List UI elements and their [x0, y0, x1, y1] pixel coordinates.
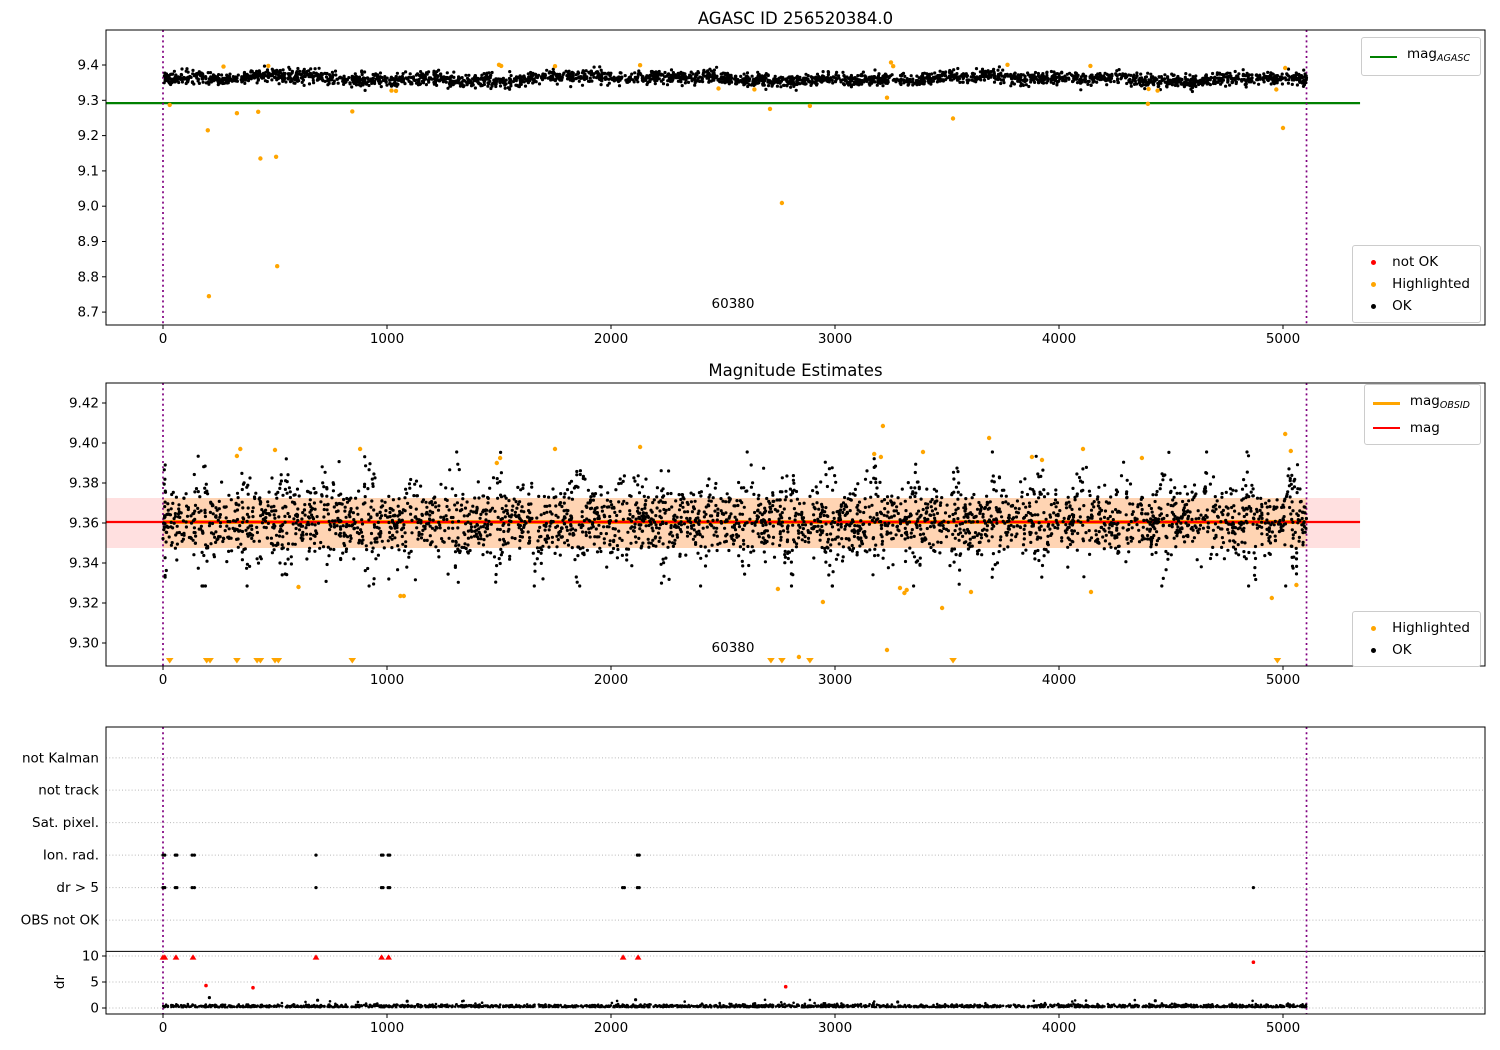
black-dot-swatch [1371, 647, 1377, 653]
plots-canvas: 0 1000 2000 3000 4000 5000 8.7 8.8 8.9 9.0 9.1 9.2 9… [21, 29, 1486, 1036]
ok-points [162, 64, 1309, 94]
dr-axis-label: dr [52, 974, 68, 989]
plot2-obsid-annotation: 60380 [711, 640, 755, 656]
legend-row-mag: mag [1372, 417, 1470, 439]
svg-text:9.2: 9.2 [78, 128, 99, 144]
ok-label: OK [1392, 298, 1412, 314]
orange-dot-swatch [1371, 625, 1377, 631]
plot1-obsid-annotation: 60380 [711, 296, 755, 312]
orange-dot-swatch [1371, 281, 1377, 287]
svg-text:4000: 4000 [1042, 331, 1076, 347]
svg-text:3000: 3000 [818, 331, 852, 347]
plot2-title: Magnitude Estimates [708, 361, 883, 380]
x-tick-labels: 0 1000 2000 3000 4000 5000 [159, 325, 1300, 347]
x-tick-labels: 0 1000 2000 3000 4000 5000 [159, 1014, 1300, 1036]
mag-obsid-label: magOBSID [1409, 393, 1470, 411]
legend-row-ok-2: OK [1361, 639, 1470, 661]
svg-text:5000: 5000 [1266, 331, 1300, 347]
y-tick-labels: 8.7 8.8 8.9 9.0 9.1 9.2 9.3 9.4 [78, 58, 106, 321]
plot1-title: AGASC ID 256520384.0 [697, 9, 894, 28]
flag-points [161, 853, 1255, 1004]
legend-mag-lines: magOBSID mag [1363, 384, 1481, 445]
y-tick-labels: 9.309.329.349.369.389.409.42 [69, 396, 106, 652]
legend-mag-agasc: magAGASC [1360, 37, 1481, 76]
svg-text:9.0: 9.0 [78, 199, 99, 215]
clipped-below-markers [165, 658, 1282, 664]
gridlines [106, 757, 1485, 1009]
svg-text:8.7: 8.7 [78, 305, 99, 321]
highlighted-points [167, 60, 1288, 299]
plot-flags-dr: 0 1000 2000 3000 4000 5000not Kalmannot track… [21, 726, 1486, 1036]
figure: 0 1000 2000 3000 4000 5000 8.7 8.8 8.9 9.0 9.1 9.2 9… [0, 0, 1500, 1050]
svg-text:1000: 1000 [370, 331, 404, 347]
green-line-swatch [1369, 55, 1397, 58]
legend-row-mag-agasc: magAGASC [1369, 43, 1470, 70]
legend-row-highlighted: Highlighted [1361, 273, 1470, 295]
legend-row-mag-obsid: magOBSID [1372, 390, 1470, 417]
svg-text:9.3: 9.3 [78, 93, 99, 109]
legend-point-status: not OK Highlighted OK [1352, 245, 1481, 323]
svg-text:8.8: 8.8 [78, 269, 99, 285]
legend-point-status-2: Highlighted OK [1352, 611, 1481, 667]
black-dot-swatch [1371, 303, 1377, 309]
mag-agasc-label: magAGASC [1406, 46, 1470, 64]
svg-text:9.4: 9.4 [78, 58, 99, 74]
svg-text:8.9: 8.9 [78, 234, 99, 250]
highlighted-label: Highlighted [1392, 276, 1470, 292]
red-dot-swatch [1371, 259, 1377, 265]
orange-line-swatch [1372, 402, 1400, 405]
dr-ok-points [161, 998, 1308, 1009]
axes-spine [105, 726, 1486, 1015]
not-ok-label: not OK [1392, 254, 1439, 270]
svg-text:0: 0 [159, 331, 168, 347]
legend-row-highlighted-2: Highlighted [1361, 617, 1470, 639]
highlighted-label-2: Highlighted [1392, 620, 1470, 636]
svg-text:2000: 2000 [594, 331, 628, 347]
red-line-swatch [1372, 427, 1400, 429]
ok-label-2: OK [1392, 642, 1412, 658]
mag-label: mag [1409, 420, 1440, 436]
dr-not-ok-points [159, 954, 1256, 990]
x-tick-labels: 0 1000 2000 3000 4000 5000 [159, 666, 1300, 688]
svg-text:9.1: 9.1 [78, 163, 99, 179]
legend-row-ok: OK [1361, 295, 1470, 317]
legend-row-not-ok: not OK [1361, 251, 1470, 273]
